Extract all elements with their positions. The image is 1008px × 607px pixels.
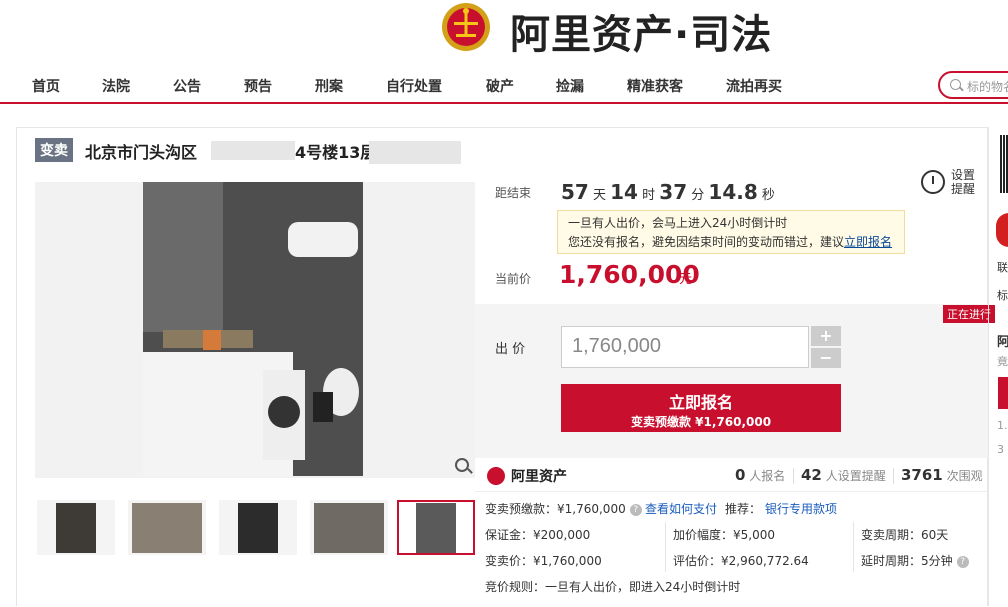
signup-link[interactable]: 立即报名 bbox=[844, 235, 892, 249]
badge-icon bbox=[996, 213, 1008, 247]
nav-home[interactable]: 首页 bbox=[32, 76, 60, 96]
current-price-label: 当前价 bbox=[495, 272, 532, 286]
nav-self-disposal[interactable]: 自行处置 bbox=[386, 76, 442, 96]
sale-price-info: 变卖价：¥1,760,000 bbox=[485, 554, 602, 568]
qr-code-icon bbox=[1000, 135, 1008, 193]
site-brand[interactable]: 阿里资产·司法 bbox=[510, 2, 772, 60]
bidding-rule: 竞价规则：一旦有人出价，即进入24小时倒计时 bbox=[485, 580, 741, 594]
bid-increase-button[interactable]: + bbox=[811, 326, 841, 346]
redacted-block bbox=[369, 141, 461, 164]
bid-decrease-button[interactable]: − bbox=[811, 348, 841, 368]
edge-text: 3 bbox=[997, 443, 1004, 456]
nav-bargain[interactable]: 捡漏 bbox=[556, 76, 584, 96]
bid-label: 出 价 bbox=[495, 342, 526, 357]
item-title: 北京市门头沟区 bbox=[85, 143, 198, 162]
thumbnail-1[interactable] bbox=[37, 500, 115, 555]
zoom-icon[interactable] bbox=[455, 458, 469, 472]
help-icon[interactable]: ? bbox=[629, 503, 642, 516]
divider bbox=[853, 522, 854, 572]
assessed-price-info: 评估价：¥2,960,772.64 bbox=[673, 554, 809, 568]
bathroom-photo bbox=[143, 182, 363, 476]
search-icon bbox=[950, 79, 961, 90]
alarm-clock-icon[interactable] bbox=[921, 170, 945, 194]
signup-count: 0 人报名 bbox=[735, 466, 786, 484]
edge-text: 竟 bbox=[997, 355, 1008, 368]
deposit-info: 变卖预缴款：¥1,760,000? bbox=[485, 500, 642, 517]
sale-type-tag: 变卖 bbox=[35, 138, 73, 162]
auction-panel: 变卖 北京市门头沟区 4号楼13层 距结束 57 天 14 时 37 分 14.… bbox=[16, 127, 995, 607]
price-unit: 元 bbox=[679, 272, 693, 287]
platform-name: 阿里资产 bbox=[511, 469, 567, 485]
item-title-suffix: 4号楼13层 bbox=[295, 143, 377, 162]
signup-button[interactable]: 立即报名 变卖预缴款 ¥1,760,000 bbox=[561, 384, 841, 432]
redacted-block bbox=[211, 141, 295, 160]
nav-bankruptcy[interactable]: 破产 bbox=[486, 76, 514, 96]
delay-info: 延时周期：5分钟? bbox=[861, 552, 969, 569]
help-icon[interactable]: ? bbox=[956, 555, 969, 568]
edge-text: 联 bbox=[997, 261, 1008, 274]
thumbnail-2[interactable] bbox=[128, 500, 206, 555]
edge-button[interactable] bbox=[998, 377, 1008, 409]
recommend-label: 推荐： bbox=[725, 502, 762, 516]
increment-info: 加价幅度：¥5,000 bbox=[673, 528, 775, 542]
countdown-label: 距结束 bbox=[495, 186, 532, 200]
reminder-count: 42 人设置提醒 bbox=[801, 466, 886, 484]
view-count: 3761 次围观 bbox=[901, 466, 983, 484]
bid-amount-input[interactable]: 1,760,000 bbox=[561, 326, 809, 368]
period-info: 变卖周期：60天 bbox=[861, 528, 949, 542]
edge-text: 阿 bbox=[997, 335, 1008, 350]
nav-preview[interactable]: 预告 bbox=[244, 76, 272, 96]
nav-criminal[interactable]: 刑案 bbox=[315, 76, 343, 96]
countdown-timer: 57 天 14 时 37 分 14.8 秒 bbox=[561, 180, 775, 204]
bank-account-link[interactable]: 银行专用款项 bbox=[765, 500, 837, 517]
countdown-notice: 一旦有人出价，会马上进入24小时倒计时 您还没有报名，避免因结束时间的变动而错过… bbox=[557, 210, 905, 254]
edge-text: 标 bbox=[997, 289, 1008, 302]
nav-customer-acquisition[interactable]: 精准获客 bbox=[627, 76, 683, 96]
divider bbox=[893, 468, 894, 484]
main-nav: 首页 法院 公告 预告 刑案 自行处置 破产 捡漏 精准获客 流拍再买 标的物名… bbox=[0, 66, 1008, 104]
search-box[interactable]: 标的物名称 bbox=[938, 71, 1008, 99]
divider bbox=[665, 522, 666, 572]
thumbnail-5[interactable] bbox=[397, 500, 475, 555]
bid-box: 正在进行 出 价 1,760,000 + − 立即报名 变卖预缴款 ¥1,760… bbox=[475, 304, 995, 458]
nav-resale[interactable]: 流拍再买 bbox=[726, 76, 782, 96]
thumbnail-4[interactable] bbox=[310, 500, 388, 555]
thumbnail-3[interactable] bbox=[219, 500, 297, 555]
nav-announcement[interactable]: 公告 bbox=[173, 76, 201, 96]
right-sidebar: 联 标 阿 竟 1. 3 bbox=[988, 127, 1008, 606]
margin-info: 保证金：¥200,000 bbox=[485, 528, 591, 542]
how-to-pay-link[interactable]: 查看如何支付 bbox=[645, 500, 717, 517]
search-input[interactable]: 标的物名称 bbox=[967, 78, 1008, 95]
edge-text: 1. bbox=[997, 419, 1008, 432]
site-header: 阿里资产·司法 bbox=[0, 0, 1008, 62]
set-reminder-button[interactable]: 设置 提醒 bbox=[951, 168, 975, 196]
court-emblem-icon bbox=[442, 3, 490, 51]
nav-court[interactable]: 法院 bbox=[102, 76, 130, 96]
ali-asset-logo-icon bbox=[487, 467, 505, 485]
main-photo[interactable] bbox=[35, 182, 475, 478]
thumbnail-strip bbox=[35, 500, 477, 556]
bid-section: 距结束 57 天 14 时 37 分 14.8 秒 设置 提醒 一旦有人出价，会… bbox=[475, 160, 995, 607]
divider bbox=[793, 468, 794, 484]
platform-stats-row: 阿里资产 0 人报名 42 人设置提醒 3761 次围观 bbox=[475, 458, 989, 492]
